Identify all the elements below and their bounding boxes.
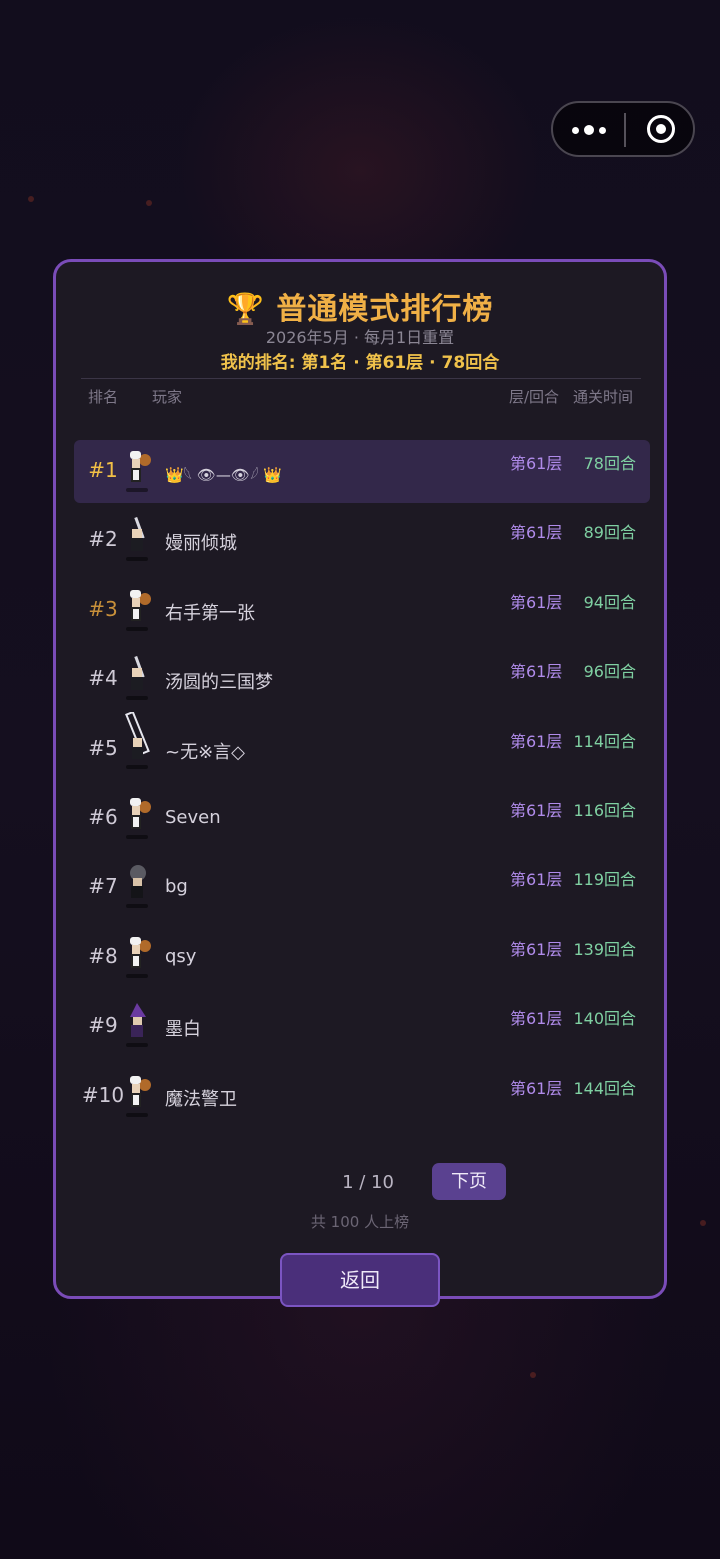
total-count: 共 100 人上榜 bbox=[310, 1213, 410, 1231]
floor-value: 第61层 bbox=[510, 593, 563, 612]
leaderboard-row: #1 👑𓆩 👁—👁𓆪 👑 第61层 78回合 bbox=[74, 440, 650, 503]
turns-value: 78回合 bbox=[583, 454, 636, 473]
back-button[interactable]: 返回 bbox=[280, 1253, 440, 1307]
player-avatar bbox=[124, 655, 152, 702]
turns-value: 140回合 bbox=[573, 1009, 636, 1028]
player-name: 汤圆的三国梦 bbox=[165, 672, 273, 693]
header-divider bbox=[81, 378, 641, 379]
player-name: Seven bbox=[165, 807, 221, 828]
player-name: 右手第一张 bbox=[165, 603, 255, 624]
title-text: 普通模式排行榜 bbox=[276, 292, 494, 327]
header-rank: 排名 bbox=[88, 388, 119, 406]
leaderboard-row: #6 Seven 第61层 116回合 bbox=[74, 787, 650, 850]
floor-value: 第61层 bbox=[510, 940, 563, 959]
player-avatar bbox=[124, 934, 152, 980]
floor-value: 第61层 bbox=[510, 1009, 563, 1028]
turns-value: 116回合 bbox=[573, 801, 636, 820]
page-indicator: 1 / 10 bbox=[342, 1172, 394, 1193]
season-info: 2026年5月 · 每月1日重置 bbox=[265, 328, 455, 347]
ember-dot bbox=[530, 1372, 536, 1378]
leaderboard-title: 🏆 普通模式排行榜 bbox=[56, 284, 664, 328]
leaderboard-row: #10 魔法警卫 第61层 144回合 bbox=[74, 1065, 650, 1128]
turns-value: 139回合 bbox=[573, 940, 636, 959]
ember-dot bbox=[700, 1220, 706, 1226]
turns-value: 144回合 bbox=[573, 1079, 636, 1098]
player-name: 👑𓆩 👁—👁𓆪 👑 bbox=[165, 466, 282, 484]
player-avatar bbox=[124, 587, 152, 633]
floor-value: 第61层 bbox=[510, 870, 563, 889]
floor-value: 第61层 bbox=[510, 662, 563, 681]
turns-value: 96回合 bbox=[583, 662, 636, 681]
ember-dot bbox=[28, 196, 34, 202]
leaderboard-row: #3 右手第一张 第61层 94回合 bbox=[74, 579, 650, 642]
trophy-icon: 🏆 bbox=[226, 292, 265, 327]
leaderboard-row: #9 墨白 第61层 140回合 bbox=[74, 995, 650, 1058]
player-avatar bbox=[124, 710, 152, 769]
player-name: 墨白 bbox=[165, 1019, 201, 1040]
leaderboard-row: #4 汤圆的三国梦 第61层 96回合 bbox=[74, 648, 650, 711]
player-avatar bbox=[124, 1003, 152, 1049]
leaderboard-row: #5 ~无※言◇ 第61层 114回合 bbox=[74, 710, 650, 781]
leaderboard-row: #7 bg 第61层 119回合 bbox=[74, 856, 650, 919]
leaderboard-row: #2 嫚丽倾城 第61层 89回合 bbox=[74, 509, 650, 572]
player-name: ~无※言◇ bbox=[165, 742, 246, 763]
header-floor-turns: 层/回合 bbox=[509, 388, 560, 406]
player-avatar bbox=[124, 864, 152, 910]
floor-value: 第61层 bbox=[510, 801, 563, 820]
turns-value: 89回合 bbox=[583, 523, 636, 542]
player-avatar bbox=[124, 1073, 152, 1119]
floor-value: 第61层 bbox=[510, 1079, 563, 1098]
more-dots-icon[interactable] bbox=[569, 118, 609, 142]
player-name: 魔法警卫 bbox=[165, 1089, 237, 1110]
player-name: qsy bbox=[165, 946, 197, 967]
capsule-divider bbox=[624, 113, 626, 147]
capsule-menu bbox=[551, 101, 695, 157]
target-close-icon[interactable] bbox=[647, 115, 675, 143]
header-player: 玩家 bbox=[152, 388, 183, 406]
my-rank: 我的排名: 第1名 · 第61层 · 78回合 bbox=[220, 353, 500, 373]
player-avatar bbox=[124, 795, 152, 841]
ember-dot bbox=[146, 200, 152, 206]
next-page-button[interactable]: 下页 bbox=[432, 1163, 506, 1200]
player-avatar bbox=[124, 516, 152, 563]
leaderboard-panel: 🏆 普通模式排行榜 2026年5月 · 每月1日重置 我的排名: 第1名 · 第… bbox=[53, 259, 667, 1299]
player-name: 嫚丽倾城 bbox=[165, 533, 237, 554]
turns-value: 94回合 bbox=[583, 593, 636, 612]
floor-value: 第61层 bbox=[510, 523, 563, 542]
player-avatar bbox=[124, 448, 152, 494]
turns-value: 119回合 bbox=[573, 870, 636, 889]
turns-value: 114回合 bbox=[573, 732, 636, 751]
floor-value: 第61层 bbox=[510, 454, 563, 473]
header-clear-time: 通关时间 bbox=[573, 388, 634, 406]
floor-value: 第61层 bbox=[510, 732, 563, 751]
leaderboard-row: #8 qsy 第61层 139回合 bbox=[74, 926, 650, 989]
player-name: bg bbox=[165, 876, 188, 897]
